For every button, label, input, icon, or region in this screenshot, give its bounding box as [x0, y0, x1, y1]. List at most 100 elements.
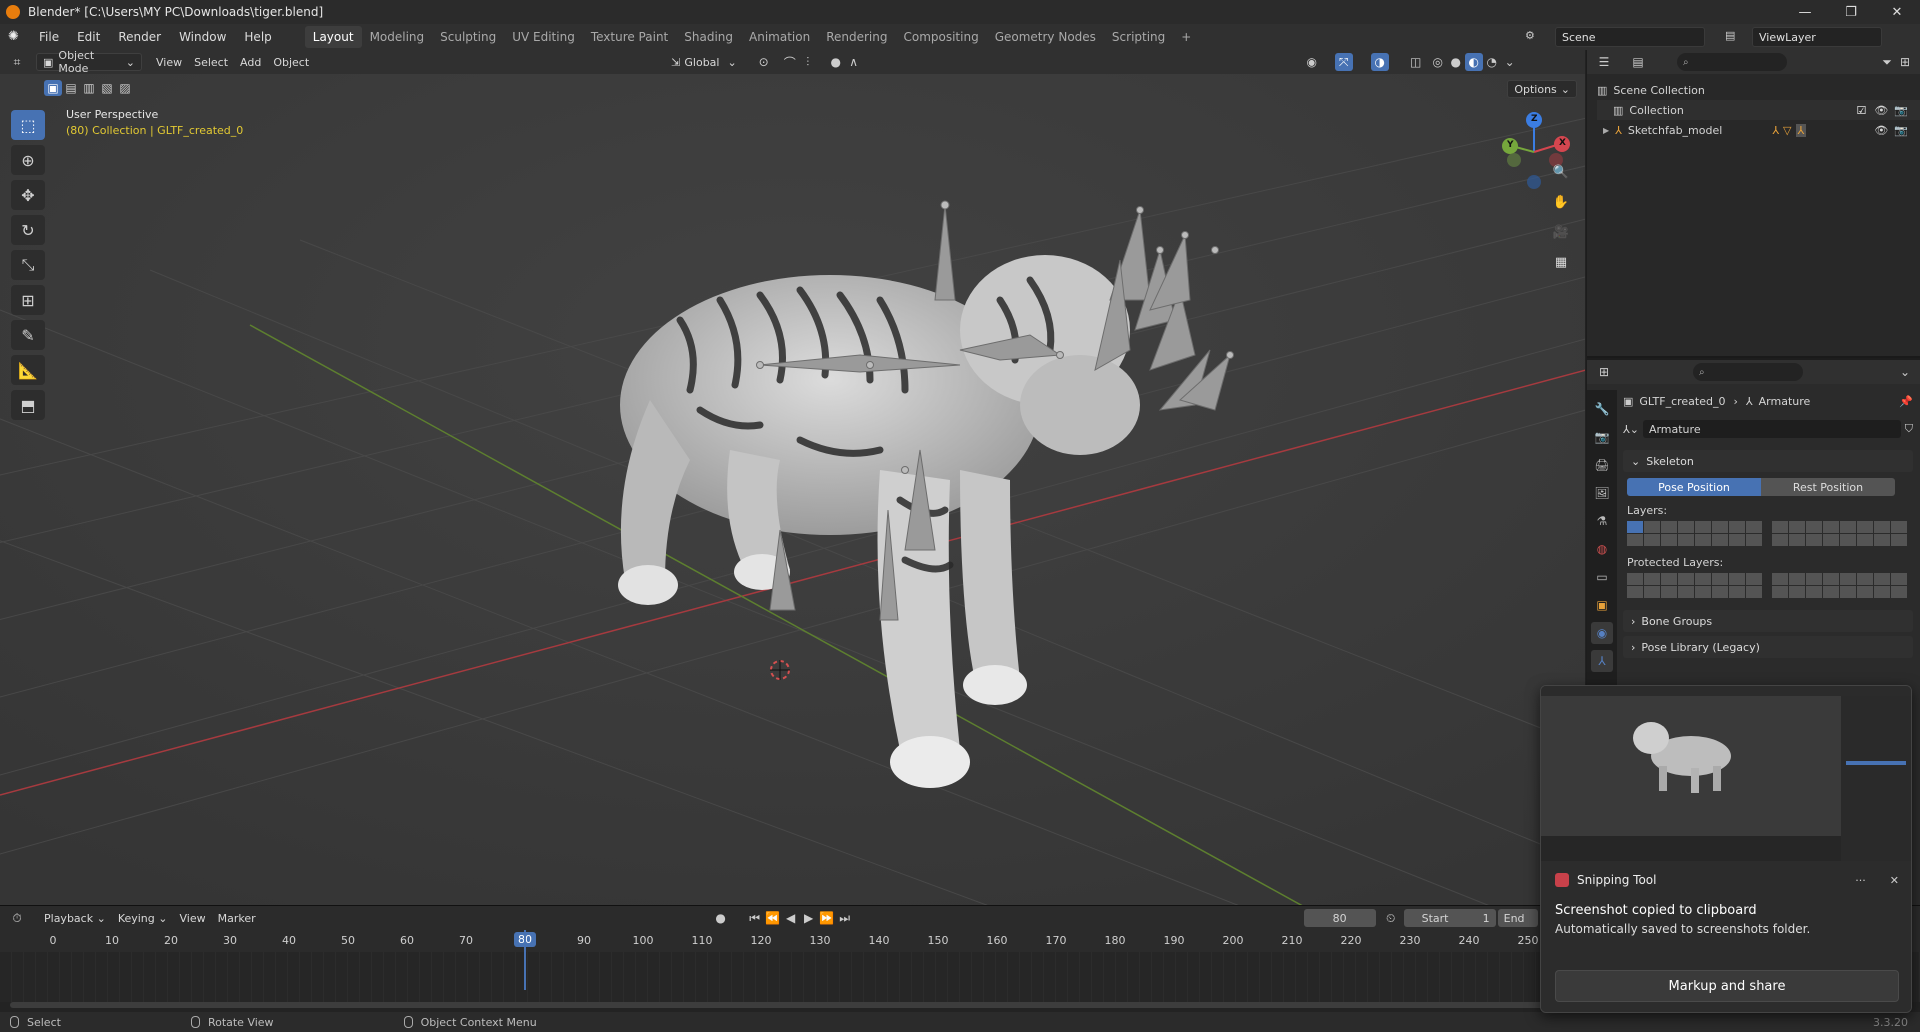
pan-hand-icon[interactable]: ✋	[1549, 190, 1573, 214]
pivot-point-icon[interactable]: ⊙	[755, 53, 773, 71]
wireframe-shading-icon[interactable]: ◎	[1429, 53, 1447, 71]
snipping-tool-notification[interactable]: Snipping Tool ··· ✕ Screenshot copied to…	[1540, 685, 1912, 1013]
outliner-search-input[interactable]: ⌕	[1677, 53, 1787, 71]
viewport-menu-view[interactable]: View	[150, 53, 188, 71]
layer-block-left[interactable]	[1627, 521, 1762, 546]
snap-icon[interactable]: ⌒	[781, 53, 799, 71]
visibility-icon[interactable]: ◉	[1303, 53, 1321, 71]
gizmo-toggle-icon[interactable]: ⤧	[1334, 53, 1353, 71]
select-intersect-icon[interactable]: ▨	[116, 80, 134, 96]
gizmo-x-label[interactable]: X	[1559, 138, 1566, 148]
menu-file[interactable]: File	[30, 30, 68, 44]
tab-animation[interactable]: Animation	[741, 26, 818, 48]
menu-window[interactable]: Window	[170, 30, 235, 44]
tab-layout[interactable]: Layout	[304, 26, 362, 48]
timeline-menu-keying[interactable]: Keying ⌄	[112, 909, 174, 927]
select-invert-icon[interactable]: ▧	[98, 80, 116, 96]
tree-item-sketchfab-model[interactable]: ▶ ⅄ Sketchfab_model ⅄ ▽ ⅄ 👁 📷	[1597, 120, 1920, 140]
select-box-tool-icon[interactable]: ⬚	[11, 110, 45, 140]
tab-compositing[interactable]: Compositing	[895, 26, 986, 48]
gizmo-y-label[interactable]: Y	[1507, 140, 1514, 150]
object-tab-icon[interactable]: ▣	[1591, 594, 1613, 616]
tab-modeling[interactable]: Modeling	[362, 26, 433, 48]
viewport-menu-object[interactable]: Object	[267, 53, 315, 71]
blender-menu-icon[interactable]: ✺	[8, 29, 26, 45]
stopwatch-icon[interactable]: ⏲	[1382, 909, 1400, 927]
record-icon[interactable]: ●	[712, 909, 730, 927]
editor-type-icon[interactable]: ⌗	[8, 53, 26, 71]
eye-icon[interactable]: 👁	[1874, 104, 1888, 117]
render-tab-icon[interactable]: 📷	[1591, 426, 1613, 448]
maximize-button[interactable]: ❐	[1828, 0, 1874, 24]
view-layer-tab-icon[interactable]: 🖼	[1591, 482, 1613, 504]
tool-tab-icon[interactable]: 🔧	[1591, 398, 1613, 420]
proportional-edit-icon[interactable]: ●	[827, 53, 845, 71]
skeleton-panel-header[interactable]: ⌄ Skeleton	[1623, 450, 1913, 472]
start-frame-field[interactable]: Start 1	[1403, 909, 1496, 927]
rotate-tool-icon[interactable]: ↻	[11, 215, 45, 245]
menu-edit[interactable]: Edit	[68, 30, 109, 44]
timeline-menu-view[interactable]: View	[173, 909, 211, 927]
view-layer-selector[interactable]: ViewLayer	[1752, 27, 1882, 47]
world-tab-icon[interactable]: ◍	[1591, 538, 1613, 560]
transform-tool-icon[interactable]: ⊞	[11, 285, 45, 315]
add-workspace-button[interactable]: +	[1173, 26, 1199, 48]
physics-tab-icon[interactable]: ◉	[1591, 622, 1613, 644]
layer-block-right[interactable]	[1772, 521, 1907, 546]
tab-sculpting[interactable]: Sculpting	[432, 26, 504, 48]
prev-keyframe-icon[interactable]: ⏪	[764, 909, 782, 927]
timeline-menu-playback[interactable]: Playback ⌄	[38, 909, 112, 927]
fake-user-shield-icon[interactable]: ⛉	[1905, 422, 1913, 436]
rendered-shading-icon[interactable]: ◔	[1483, 53, 1501, 71]
armature-datablock-icon[interactable]: ⅄⌄	[1623, 423, 1639, 436]
select-extend-icon[interactable]: ▤	[62, 80, 80, 96]
camera-icon[interactable]: 📷	[1894, 104, 1908, 117]
tree-item-scene-collection[interactable]: ▥ Scene Collection	[1597, 80, 1920, 100]
markup-and-share-button[interactable]: Markup and share	[1555, 970, 1899, 1002]
viewport-menu-add[interactable]: Add	[234, 53, 267, 71]
tab-shading[interactable]: Shading	[676, 26, 741, 48]
snap-target-icon[interactable]: ⫶	[799, 53, 817, 71]
menu-help[interactable]: Help	[235, 30, 280, 44]
filter-icon[interactable]: ⏷	[1878, 53, 1896, 71]
shading-options-icon[interactable]: ⌄	[1501, 53, 1519, 71]
pose-library-panel-header[interactable]: › Pose Library (Legacy)	[1623, 636, 1913, 658]
properties-search-input[interactable]: ⌕	[1693, 363, 1803, 381]
options-dropdown[interactable]: Options ⌄	[1507, 80, 1577, 98]
viewport-scene[interactable]	[0, 50, 1586, 905]
protected-layers-grid[interactable]	[1627, 573, 1913, 598]
jump-end-icon[interactable]: ⏭	[836, 909, 854, 927]
tab-texture-paint[interactable]: Texture Paint	[583, 26, 676, 48]
jump-start-icon[interactable]: ⏮	[746, 909, 764, 927]
overlay-toggle-icon[interactable]: ◑	[1370, 53, 1389, 71]
viewport-menu-select[interactable]: Select	[188, 53, 234, 71]
mode-selector[interactable]: ▣ Object Mode ⌄	[36, 50, 142, 75]
new-collection-icon[interactable]: ⊞	[1896, 53, 1914, 71]
layers-grid[interactable]	[1627, 521, 1913, 546]
bone-groups-panel-header[interactable]: › Bone Groups	[1623, 610, 1913, 632]
more-options-button[interactable]: ···	[1855, 874, 1866, 887]
falloff-icon[interactable]: ∧	[845, 53, 863, 71]
pin-icon[interactable]: 📌	[1899, 395, 1913, 408]
tab-uv-editing[interactable]: UV Editing	[504, 26, 583, 48]
measure-tool-icon[interactable]: 📐	[11, 355, 45, 385]
end-frame-field[interactable]: End	[1497, 909, 1538, 927]
menu-render[interactable]: Render	[109, 30, 170, 44]
tab-scripting[interactable]: Scripting	[1104, 26, 1173, 48]
scene-selector[interactable]: Scene	[1555, 27, 1705, 47]
pose-position-button[interactable]: Pose Position	[1627, 478, 1761, 496]
play-reverse-icon[interactable]: ◀	[782, 909, 800, 927]
playhead-line[interactable]	[524, 930, 526, 990]
select-subtract-icon[interactable]: ▥	[80, 80, 98, 96]
timeline-scrollbar[interactable]	[10, 1002, 1550, 1008]
output-tab-icon[interactable]: 🖨	[1591, 454, 1613, 476]
add-cube-tool-icon[interactable]: ⬒	[11, 390, 45, 420]
3d-viewport[interactable]: Z X Y ⌗ ▣ Object Mode ⌄ View Select Add …	[0, 50, 1586, 905]
solid-shading-icon[interactable]: ●	[1447, 53, 1465, 71]
collection-tab-icon[interactable]: ▭	[1591, 566, 1613, 588]
cursor-tool-icon[interactable]: ⊕	[11, 145, 45, 175]
eye-icon[interactable]: 👁	[1874, 124, 1888, 137]
minimize-button[interactable]: —	[1782, 0, 1828, 24]
gizmo-z-label[interactable]: Z	[1531, 114, 1538, 124]
scene-tab-icon[interactable]: ⚗	[1591, 510, 1613, 532]
